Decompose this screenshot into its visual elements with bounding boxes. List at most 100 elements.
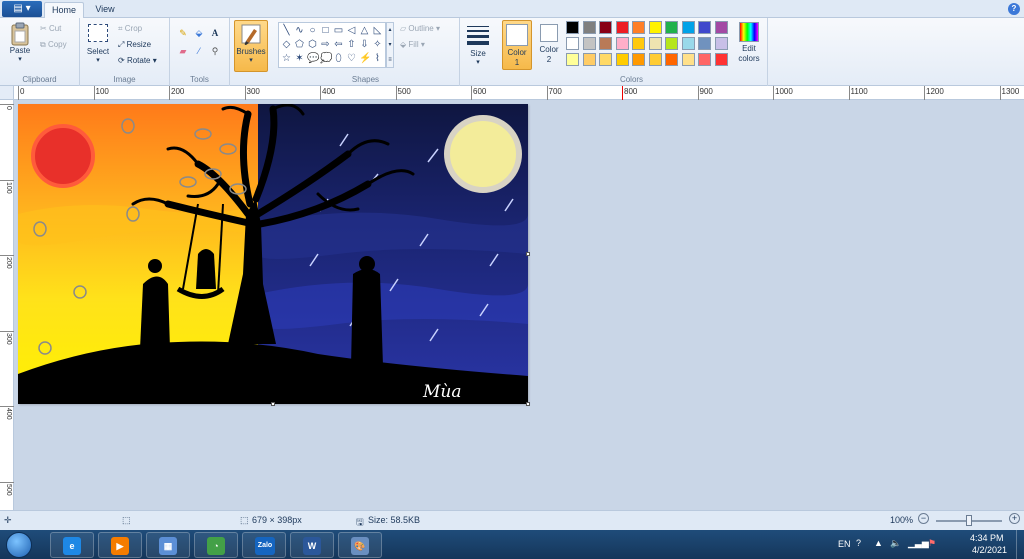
magnifier-icon[interactable]: ⚲ [208,44,222,58]
crop-button[interactable]: ⌗ Crop [118,24,142,34]
shape-option[interactable]: ◇ [281,39,292,50]
tab-view[interactable]: View [86,2,124,18]
color-swatch[interactable] [665,53,678,66]
help-icon[interactable]: ? [1008,3,1020,15]
color-swatch[interactable] [566,53,579,66]
shape-gallery[interactable]: ╲ ∿ ○ □ ▭ ◁ △ ◺ ◇ ⬠ ⬡ ⇨ ⇦ ⇧ ⇩ ✧ ☆ ✶ 💬 💭 ⬯ ♡ ⚡ ⌇ [278,22,386,68]
color-swatch[interactable] [582,37,596,50]
text-icon[interactable]: A [208,26,222,40]
shape-option[interactable]: ╲ [281,25,292,36]
shape-option[interactable]: ♡ [346,53,357,64]
color-swatch[interactable] [582,53,596,66]
size-button[interactable]: Size ▾ [464,24,492,70]
copy-button[interactable]: ⧉ Copy [40,40,67,50]
brushes-button[interactable]: Brushes ▾ [234,20,268,72]
paint-menu-button[interactable]: ▤ ▾ [2,1,42,17]
eraser-icon[interactable]: ▰ [176,44,190,58]
show-desktop-button[interactable] [1016,530,1024,559]
rotate-button[interactable]: ⟳ Rotate ▾ [118,56,157,65]
shape-option[interactable]: ⬠ [294,39,305,50]
color-swatch[interactable] [714,53,728,66]
language-indicator[interactable]: EN [838,539,851,549]
shape-option[interactable]: ⬡ [307,39,318,50]
zoom-out-button[interactable]: − [918,513,929,524]
zoom-in-button[interactable]: + [1009,513,1020,524]
color-swatch[interactable] [632,53,645,66]
shape-option[interactable]: 💭 [320,53,332,64]
volume-icon[interactable]: 🔈 [890,538,901,549]
color-swatch[interactable] [698,53,711,66]
color-swatch[interactable] [681,21,695,34]
taskbar-app[interactable]: Zalo [242,532,286,558]
shape-option[interactable]: □ [320,25,331,36]
shape-option[interactable]: ⇩ [359,39,370,50]
flag-icon[interactable]: ⚑ [928,538,936,549]
color-swatch[interactable] [599,21,612,34]
cut-button[interactable]: ✂ Cut [40,24,61,33]
clock-time[interactable]: 4:34 PM [970,533,1004,543]
start-button[interactable] [6,532,32,558]
shape-option[interactable]: ⇨ [320,39,331,50]
shape-option[interactable]: ⌇ [372,53,383,64]
shapes-scroll[interactable]: ▴ ▾ ≡ [386,22,394,68]
taskbar-app[interactable]: e [50,532,94,558]
color-swatch[interactable] [648,37,662,50]
color-swatch[interactable] [698,37,711,50]
color-swatch[interactable] [714,21,728,34]
select-button[interactable]: Select ▾ [84,24,112,70]
color-swatch[interactable] [582,21,596,34]
fill-shape-button[interactable]: ⬙ Fill ▾ [400,40,425,49]
resize-button[interactable]: ⤢ Resize [118,40,151,50]
shape-option[interactable]: △ [359,25,370,36]
clock-date[interactable]: 4/2/2021 [972,545,1007,555]
shape-option[interactable]: ⬯ [333,53,344,64]
color-swatch[interactable] [681,37,695,50]
shape-option[interactable]: ◁ [346,25,357,36]
color-swatch[interactable] [599,53,612,66]
edit-colors-button[interactable]: Edit colors [732,22,766,70]
shape-option[interactable]: ⚡ [359,53,371,64]
shape-option[interactable]: ∿ [294,25,305,36]
color-swatch[interactable] [615,21,629,34]
taskbar-app[interactable]: 🎨 [338,532,382,558]
shape-option[interactable]: ▭ [333,25,344,36]
color-swatch[interactable] [714,37,728,50]
color-swatch[interactable] [681,53,695,66]
color-swatch[interactable] [566,21,579,34]
color-swatch[interactable] [665,37,678,50]
color-swatch[interactable] [566,37,579,50]
zoom-slider[interactable] [936,515,1002,526]
color-swatch[interactable] [665,21,678,34]
signal-icon[interactable]: ▁▃▅ [908,538,929,549]
resize-handle-bottom[interactable] [271,402,275,406]
outline-button[interactable]: ▱ Outline ▾ [400,24,440,33]
shape-option[interactable]: ◺ [372,25,383,36]
shape-option[interactable]: ✧ [372,39,383,50]
shape-option[interactable]: ○ [307,25,318,36]
color-swatch[interactable] [632,21,645,34]
zoom-slider-thumb[interactable] [966,515,972,526]
resize-handle-right[interactable] [526,252,530,256]
taskbar-app[interactable]: ◔ [194,532,238,558]
color-picker-icon[interactable]: ⁄ [192,44,206,58]
paste-button[interactable]: Paste ▾ [6,22,34,68]
taskbar-app[interactable]: ▦ [146,532,190,558]
shape-option[interactable]: ☆ [281,53,292,64]
color2-button[interactable]: Color 2 [536,24,562,70]
pencil-icon[interactable]: ✎ [176,26,190,40]
color-swatch[interactable] [648,21,662,34]
taskbar-app[interactable]: W [290,532,334,558]
color-swatch[interactable] [648,53,662,66]
shape-option[interactable]: 💬 [307,53,319,64]
tab-home[interactable]: Home [44,2,84,18]
color-swatch[interactable] [698,21,711,34]
resize-handle-corner[interactable] [526,402,530,406]
color-swatch[interactable] [599,37,612,50]
shape-option[interactable]: ✶ [294,53,305,64]
color1-button[interactable]: Color 1 [502,20,532,70]
color-swatch[interactable] [615,53,629,66]
taskbar-app[interactable]: ▶ [98,532,142,558]
help-tray-icon[interactable]: ? [856,538,861,548]
color-swatch[interactable] [632,37,645,50]
color-swatch[interactable] [615,37,629,50]
